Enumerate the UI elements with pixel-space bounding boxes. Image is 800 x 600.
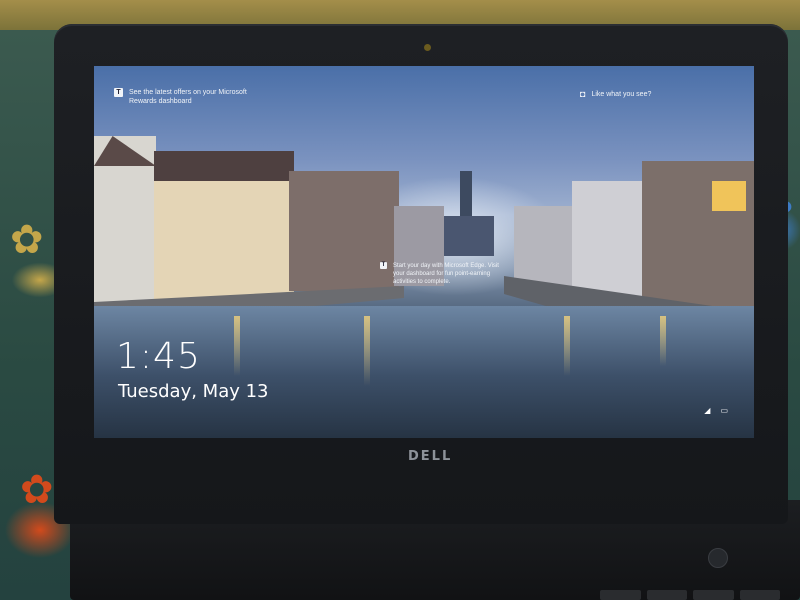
flower-pattern-icon: ✿ xyxy=(10,218,44,262)
keyboard-key[interactable] xyxy=(693,590,734,600)
rewards-notification-text: See the latest offers on your Microsoft … xyxy=(129,89,247,105)
keyboard-row xyxy=(600,590,780,600)
edge-notification[interactable]: T Start your day with Microsoft Edge. Vi… xyxy=(380,262,500,286)
webcam-icon xyxy=(424,44,431,51)
lock-screen-time: 1:45 xyxy=(116,336,201,377)
rewards-trophy-icon: T xyxy=(380,262,387,269)
camera-icon: ◘ xyxy=(580,89,586,99)
light-reflection xyxy=(660,316,666,366)
building xyxy=(514,206,574,286)
light-reflection xyxy=(234,316,240,376)
building xyxy=(444,216,494,256)
light-reflection xyxy=(564,316,570,376)
rewards-notification[interactable]: T See the latest offers on your Microsof… xyxy=(114,88,274,106)
battery-icon[interactable]: ▭ xyxy=(720,406,728,415)
like-what-you-see-text: Like what you see? xyxy=(591,91,652,98)
lock-screen-date: Tuesday, May 13 xyxy=(118,381,269,402)
keyboard-key[interactable] xyxy=(646,590,687,600)
rewards-trophy-icon: T xyxy=(114,88,123,97)
building-roof xyxy=(154,151,294,181)
light-reflection xyxy=(364,316,370,386)
dell-logo: DELL xyxy=(408,449,453,464)
network-icon[interactable]: ◢ xyxy=(704,406,710,415)
lit-window xyxy=(712,181,746,211)
building xyxy=(572,181,642,296)
like-what-you-see-link[interactable]: ◘ Like what you see? xyxy=(580,90,651,99)
flower-pattern-icon: ✿ xyxy=(20,468,54,512)
building xyxy=(154,161,294,311)
keyboard-key[interactable] xyxy=(739,590,780,600)
power-button[interactable] xyxy=(708,548,728,568)
edge-notification-text: Start your day with Microsoft Edge. Visi… xyxy=(393,263,499,285)
lock-screen-tray: ◢ ▭ xyxy=(704,406,728,415)
keyboard-key[interactable] xyxy=(600,590,641,600)
lock-screen[interactable]: T See the latest offers on your Microsof… xyxy=(94,66,754,438)
